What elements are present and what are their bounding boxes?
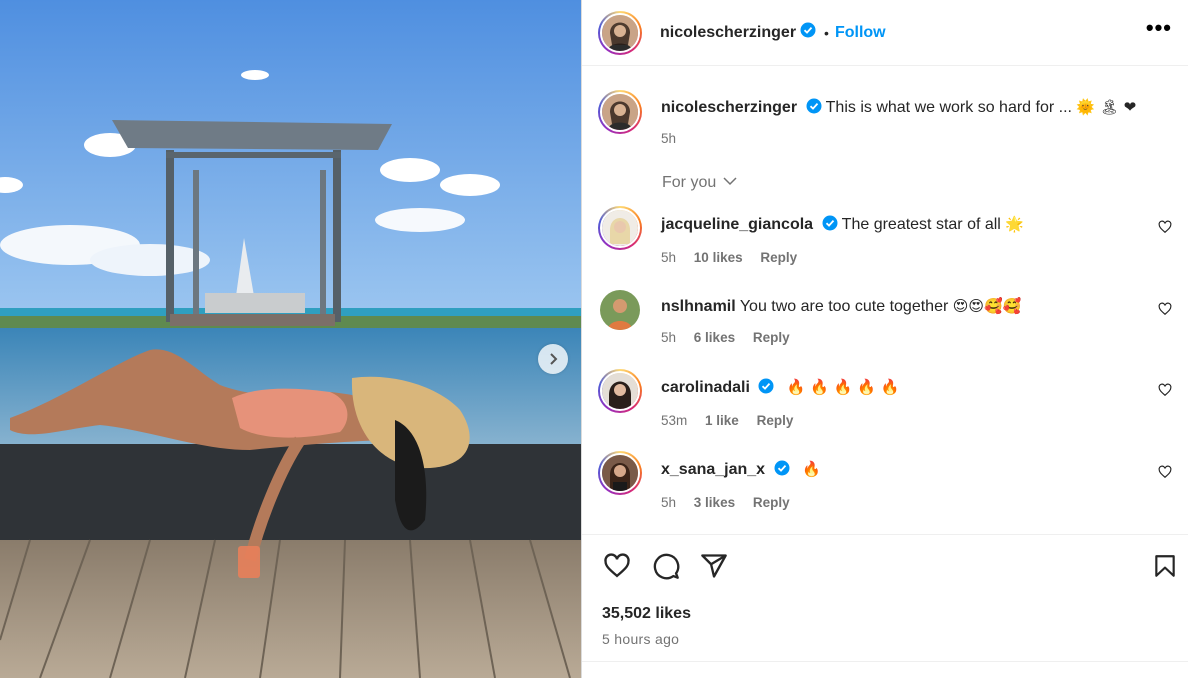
comment-item: carolinadali 🔥 🔥 🔥 🔥 🔥 53m 1 like Reply [598,369,1172,431]
comment-item: nslhnamil You two are too cute together … [598,288,1172,348]
comment-time[interactable]: 5h [661,250,676,265]
commenter-avatar[interactable] [598,206,642,250]
like-count[interactable]: 35,502 likes [602,605,691,623]
comments-section[interactable]: nicolescherzinger This is what we work s… [582,66,1188,534]
verified-badge-icon [774,460,790,482]
comment-likes[interactable]: 10 likes [694,250,743,265]
heart-icon[interactable] [602,552,632,585]
caption-emojis: 🌞 🏝 ❤ [1076,98,1137,116]
comment-likes[interactable]: 1 like [705,413,739,428]
caption-username[interactable]: nicolescherzinger [661,99,797,116]
comment-text: You two are too cute together [739,298,949,315]
more-options-icon[interactable]: ••• [1146,17,1172,39]
caption-avatar[interactable] [598,90,642,134]
comment-filter-dropdown[interactable]: For you [662,174,737,192]
comment-time[interactable]: 53m [661,413,687,428]
verified-badge-icon [822,215,838,237]
verified-badge-icon [800,22,816,43]
verified-badge-icon [758,378,774,400]
comment-time[interactable]: 5h [661,495,676,510]
author-avatar[interactable] [598,10,642,55]
comment-emoji: 😍😍🥰🥰 [952,297,1022,315]
commenter-username[interactable]: jacqueline_giancola [661,216,813,233]
post-timestamp[interactable]: 5 hours ago [602,631,679,647]
commenter-avatar[interactable] [598,451,642,495]
divider [582,661,1188,662]
comment-likes[interactable]: 6 likes [694,330,735,345]
reply-button[interactable]: Reply [753,330,790,345]
comment-like-heart-icon[interactable] [1158,465,1172,484]
comment-emoji: 🔥 🔥 🔥 🔥 🔥 [786,378,900,396]
post-photo[interactable] [0,0,581,678]
comment-like-heart-icon[interactable] [1158,302,1172,321]
author-username[interactable]: nicolescherzinger [660,24,796,42]
comment-item: x_sana_jan_x 🔥 5h 3 likes Reply [598,451,1172,513]
bookmark-icon[interactable] [1152,552,1178,585]
photo-image [0,0,581,678]
comment-text: The greatest star of all [841,216,1001,233]
post-side-panel: nicolescherzinger • Follow ••• nicolesch… [581,0,1188,678]
follow-button[interactable]: Follow [835,24,886,42]
commenter-username[interactable]: nslhnamil [661,298,736,315]
next-photo-button[interactable] [538,344,568,374]
comment-bubble-icon[interactable] [651,552,681,585]
commenter-username[interactable]: x_sana_jan_x [661,461,765,478]
chevron-down-icon [721,174,737,191]
comment-filter-label: For you [662,174,717,191]
comment-emoji: 🌟 [1005,215,1024,233]
commenter-avatar[interactable] [598,288,642,332]
reply-button[interactable]: Reply [753,495,790,510]
commenter-avatar[interactable] [598,369,642,413]
chevron-right-icon [546,352,560,366]
post-actions: 35,502 likes 5 hours ago [582,534,1188,678]
caption-row: nicolescherzinger This is what we work s… [598,90,1172,149]
comment-likes[interactable]: 3 likes [694,495,735,510]
paper-plane-icon[interactable] [700,552,728,585]
post-header: nicolescherzinger • Follow ••• [582,0,1188,66]
comment-emoji: 🔥 [801,460,821,478]
separator-dot: • [824,24,829,41]
reply-button[interactable]: Reply [757,413,794,428]
comment-like-heart-icon[interactable] [1158,383,1172,402]
comment-like-heart-icon[interactable] [1158,220,1172,239]
commenter-username[interactable]: carolinadali [661,379,750,396]
reply-button[interactable]: Reply [760,250,797,265]
verified-badge-icon [806,98,822,120]
comment-time[interactable]: 5h [661,330,676,345]
caption-time[interactable]: 5h [661,131,676,146]
comment-item: jacqueline_giancola The greatest star of… [598,206,1172,268]
caption-text: This is what we work so hard for ... [825,99,1072,116]
